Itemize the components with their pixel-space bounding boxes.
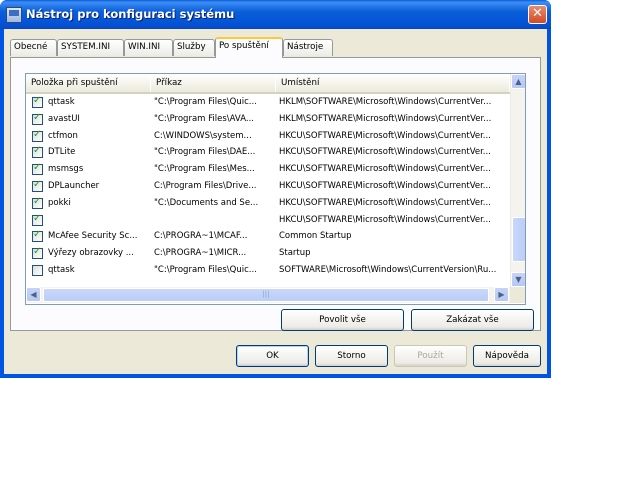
enable-all-button[interactable]: Povolit vše [281, 309, 404, 331]
startup-item-location: Common Startup [279, 231, 352, 242]
list-item[interactable]: Výřezy obrazovky ... C:\PROGRA~1\MICR... S… [26, 245, 510, 262]
startup-item-checkbox[interactable] [32, 129, 43, 142]
startup-item-checkbox[interactable] [32, 196, 43, 209]
scroll-right-button[interactable]: ▶ [494, 287, 509, 302]
dialog-client-area: Obecné SYSTEM.INI WIN.INI Služby Po spuš… [4, 29, 547, 374]
startup-item-name: Výřezy obrazovky ... [48, 248, 134, 259]
startup-item-command [154, 212, 272, 229]
scroll-down-button[interactable]: ▼ [511, 272, 525, 287]
startup-item-location: HKCU\SOFTWARE\Microsoft\Windows\CurrentV… [279, 214, 491, 225]
startup-item-location: HKLM\SOFTWARE\Microsoft\Windows\CurrentV… [279, 97, 492, 107]
msconfig-window: Nástroj pro konfiguraci systému ✕ Obecné… [0, 0, 551, 378]
vertical-scrollbar[interactable]: ▲ ▼ [510, 74, 525, 287]
startup-item-checkbox[interactable] [32, 246, 43, 260]
list-item[interactable]: ctfmon C:\WINDOWS\system... HKCU\SOFTWARE\… [26, 128, 510, 145]
list-item[interactable]: qttask "C:\Program Files\Quic... HKLM\SOFT… [26, 94, 510, 111]
startup-item-name: msmsgs [48, 164, 84, 175]
startup-item-checkbox[interactable] [32, 112, 43, 125]
tab-services[interactable]: Služby [173, 39, 215, 56]
list-item[interactable]: McAfee Security Sc... C:\PROGRA~1\MCAF...… [26, 228, 510, 245]
startup-item-name: ctfmon [48, 130, 78, 141]
startup-item-name: DTLite [48, 147, 76, 158]
tab-system-ini[interactable]: SYSTEM.INI [57, 39, 124, 56]
tab-tools[interactable]: Nástroje [283, 39, 333, 56]
enable-all-label: Povolit vše [319, 315, 366, 325]
startup-item-location: HKCU\SOFTWARE\Microsoft\Windows\CurrentV… [279, 181, 491, 191]
column-header-command[interactable]: Příkaz [151, 74, 276, 92]
startup-item-name: pokki [48, 197, 71, 208]
help-button[interactable]: Nápověda [473, 345, 541, 367]
startup-item-location: HKCU\SOFTWARE\Microsoft\Windows\CurrentV… [279, 197, 491, 208]
startup-item-command: C:\PROGRA~1\MCAF... [154, 231, 248, 242]
horizontal-scroll-thumb[interactable]: ||| [43, 288, 489, 302]
startup-item-location: HKCU\SOFTWARE\Microsoft\Windows\CurrentV… [279, 130, 491, 141]
tab-win-ini[interactable]: WIN.INI [124, 39, 173, 56]
startup-item-command: C:\WINDOWS\system... [154, 130, 252, 141]
startup-item-location: HKLM\SOFTWARE\Microsoft\Windows\CurrentV… [279, 113, 492, 124]
startup-items-list[interactable]: Položka při spuštění Příkaz Umístění qtt… [25, 73, 526, 305]
window-title: Nástroj pro konfiguraci systému [26, 7, 235, 21]
startup-item-checkbox[interactable] [32, 229, 43, 243]
startup-item-checkbox[interactable] [32, 162, 43, 176]
title-bar[interactable]: Nástroj pro konfiguraci systému ✕ [0, 0, 551, 29]
startup-item-command: "C:\Program Files\DAE... [154, 147, 256, 158]
startup-item-checkbox[interactable] [32, 145, 43, 159]
list-item[interactable]: qttask "C:\Program Files\Quic... SOFTWARE\… [26, 262, 510, 279]
disable-all-label: Zakázat vše [446, 315, 499, 325]
startup-item-name: avastUI [48, 113, 80, 124]
startup-item-location: HKCU\SOFTWARE\Microsoft\Windows\CurrentV… [279, 164, 491, 175]
startup-item-command: "C:\Program Files\Quic... [154, 265, 257, 275]
disable-all-button[interactable]: Zakázat vše [411, 309, 534, 331]
system-config-icon [6, 7, 22, 23]
startup-item-name: McAfee Security Sc... [48, 231, 138, 242]
list-item[interactable]: DPLauncher C:\Program Files\Drive... HKCU\… [26, 178, 510, 195]
vertical-scroll-thumb[interactable] [512, 217, 525, 262]
startup-item-checkbox[interactable] [32, 179, 43, 192]
startup-item-command: "C:\Documents and Se... [154, 197, 259, 208]
close-button[interactable]: ✕ [528, 5, 547, 24]
startup-item-command: "C:\Program Files\AVA... [154, 113, 254, 124]
startup-item-location: Startup [279, 248, 311, 259]
tab-startup[interactable]: Po spuštění [215, 37, 283, 58]
list-item[interactable]: msmsgs "C:\Program Files\Mes... HKCU\SOFTW… [26, 161, 510, 178]
cancel-button[interactable]: Storno [315, 345, 388, 367]
column-header-location[interactable]: Umístění [276, 74, 510, 92]
startup-tab-panel: Položka při spuštění Příkaz Umístění qtt… [10, 57, 541, 331]
startup-item-name [48, 212, 148, 229]
startup-item-name: qttask [48, 97, 75, 107]
horizontal-scrollbar[interactable]: ◀ ||| ▶ [26, 287, 510, 303]
list-item[interactable]: avastUI "C:\Program Files\AVA... HKLM\SOFT… [26, 111, 510, 128]
startup-item-command: C:\Program Files\Drive... [154, 181, 257, 191]
scrollbar-corner [510, 287, 525, 303]
startup-item-checkbox[interactable] [32, 265, 43, 276]
startup-item-location: SOFTWARE\Microsoft\Windows\CurrentVersio… [279, 265, 497, 275]
startup-item-command: C:\PROGRA~1\MICR... [154, 248, 247, 259]
list-item[interactable]: DTLite "C:\Program Files\DAE... HKCU\SOFTW… [26, 144, 510, 161]
startup-item-checkbox[interactable] [32, 95, 43, 108]
column-header-item[interactable]: Položka při spuštění [26, 74, 151, 92]
scroll-left-button[interactable]: ◀ [26, 287, 41, 302]
apply-button[interactable]: Použít [394, 345, 467, 367]
list-header: Položka při spuštění Příkaz Umístění [26, 74, 510, 94]
tab-general[interactable]: Obecné [10, 39, 57, 56]
scroll-up-button[interactable]: ▲ [511, 74, 525, 89]
startup-item-location: HKCU\SOFTWARE\Microsoft\Windows\CurrentV… [279, 147, 491, 158]
startup-item-checkbox[interactable] [32, 213, 43, 226]
startup-item-name: DPLauncher [48, 181, 100, 191]
startup-item-command: "C:\Program Files\Mes... [154, 164, 255, 175]
ok-button[interactable]: OK [236, 345, 309, 367]
startup-item-name: qttask [48, 265, 75, 275]
startup-item-command: "C:\Program Files\Quic... [154, 97, 257, 107]
list-item[interactable]: HKCU\SOFTWARE\Microsoft\Windows\CurrentV… [26, 212, 510, 229]
list-item[interactable]: pokki "C:\Documents and Se... HKCU\SOFTWAR… [26, 195, 510, 212]
